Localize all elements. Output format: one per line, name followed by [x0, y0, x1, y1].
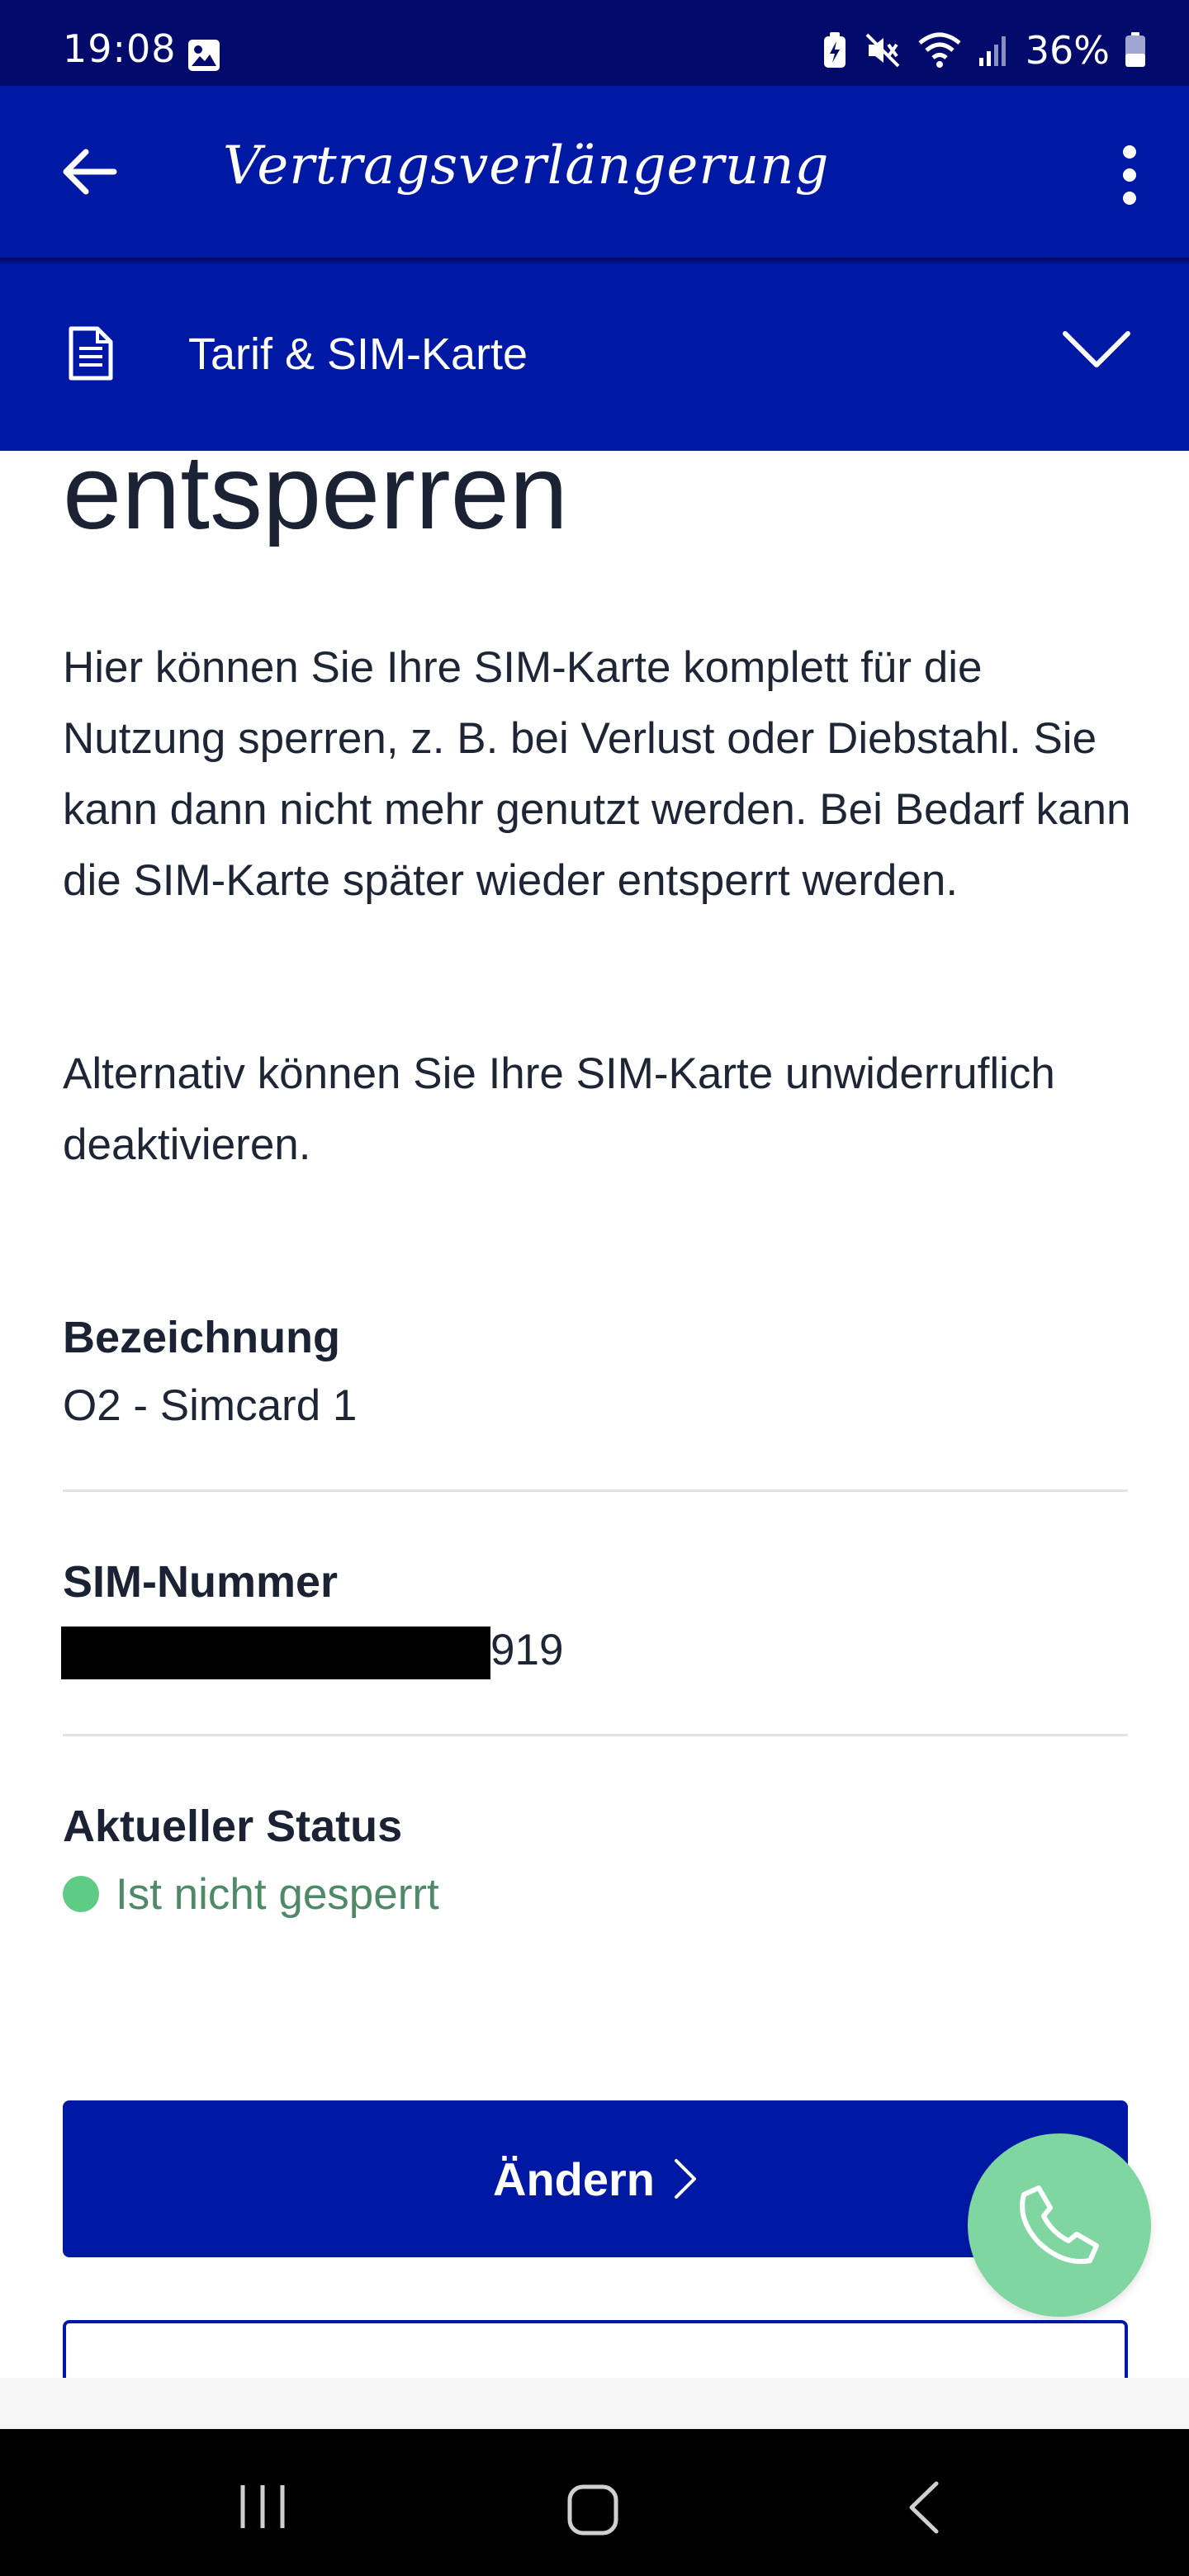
more-vertical-icon-dot — [1123, 168, 1136, 182]
more-vertical-icon — [1123, 145, 1136, 159]
mute-icon — [865, 33, 900, 68]
main-content: entsperren Hier können Sie Ihre SIM-Kart… — [61, 447, 1130, 1919]
page-heading: entsperren — [63, 447, 568, 547]
divider — [63, 1489, 1128, 1492]
wifi-icon — [918, 32, 961, 68]
home-icon[interactable] — [566, 2484, 619, 2536]
back-nav-icon[interactable] — [905, 2480, 941, 2535]
sim-number-suffix: 919 — [490, 1626, 564, 1674]
change-button-label: Ändern — [493, 2152, 655, 2205]
battery-icon — [1125, 32, 1145, 67]
phone-icon — [1020, 2185, 1099, 2264]
page-title: Vertragsverlängerung — [223, 135, 830, 197]
field-label: Aktueller Status — [63, 1802, 403, 1851]
field-status: Aktueller Status Ist nicht gesperrt — [63, 1793, 1128, 1930]
chevron-down-icon — [1063, 331, 1130, 367]
more-vertical-icon-dot — [1123, 192, 1136, 205]
battery-saver-icon — [823, 32, 846, 68]
field-value: O2 - Simcard 1 — [63, 1381, 358, 1430]
field-sim-nummer: SIM-Nummer 919 — [61, 1549, 1128, 1686]
status-bar: 19:08 36% — [0, 0, 1189, 86]
bottom-fade — [0, 2378, 1189, 2429]
section-header-tarif[interactable]: Tarif & SIM-Karte — [0, 264, 1189, 451]
recents-icon[interactable] — [238, 2484, 287, 2530]
call-button[interactable] — [968, 2133, 1151, 2317]
system-nav-bar — [0, 2429, 1189, 2576]
app-bar: Vertragsverlängerung — [0, 86, 1189, 258]
back-button[interactable] — [50, 132, 129, 211]
status-icons: 36% — [821, 28, 1146, 73]
chevron-right-icon — [675, 2159, 696, 2199]
field-bezeichnung: Bezeichnung O2 - Simcard 1 — [63, 1305, 1128, 1442]
field-label: SIM-Nummer — [63, 1557, 339, 1607]
gallery-icon — [187, 38, 221, 76]
field-value: 919 — [61, 1615, 1128, 1686]
field-label: Bezeichnung — [63, 1313, 341, 1362]
status-indicator-icon — [63, 1876, 99, 1912]
battery-percentage: 36% — [1025, 28, 1110, 73]
description-text: Hier können Sie Ihre SIM-Karte komplett … — [63, 643, 1131, 905]
section-label: Tarif & SIM-Karte — [188, 329, 528, 379]
field-value: Ist nicht gesperrt — [63, 1859, 1128, 1930]
signal-icon — [978, 36, 1006, 66]
divider — [63, 1734, 1128, 1736]
document-icon — [69, 326, 113, 381]
status-text: Ist nicht gesperrt — [116, 1870, 439, 1919]
alternative-text: Alternativ können Sie Ihre SIM-Karte unw… — [63, 1049, 1055, 1169]
arrow-left-icon — [63, 149, 117, 195]
more-options-button[interactable] — [1103, 135, 1156, 215]
redacted-block — [61, 1627, 490, 1679]
status-time: 19:08 — [63, 26, 177, 71]
